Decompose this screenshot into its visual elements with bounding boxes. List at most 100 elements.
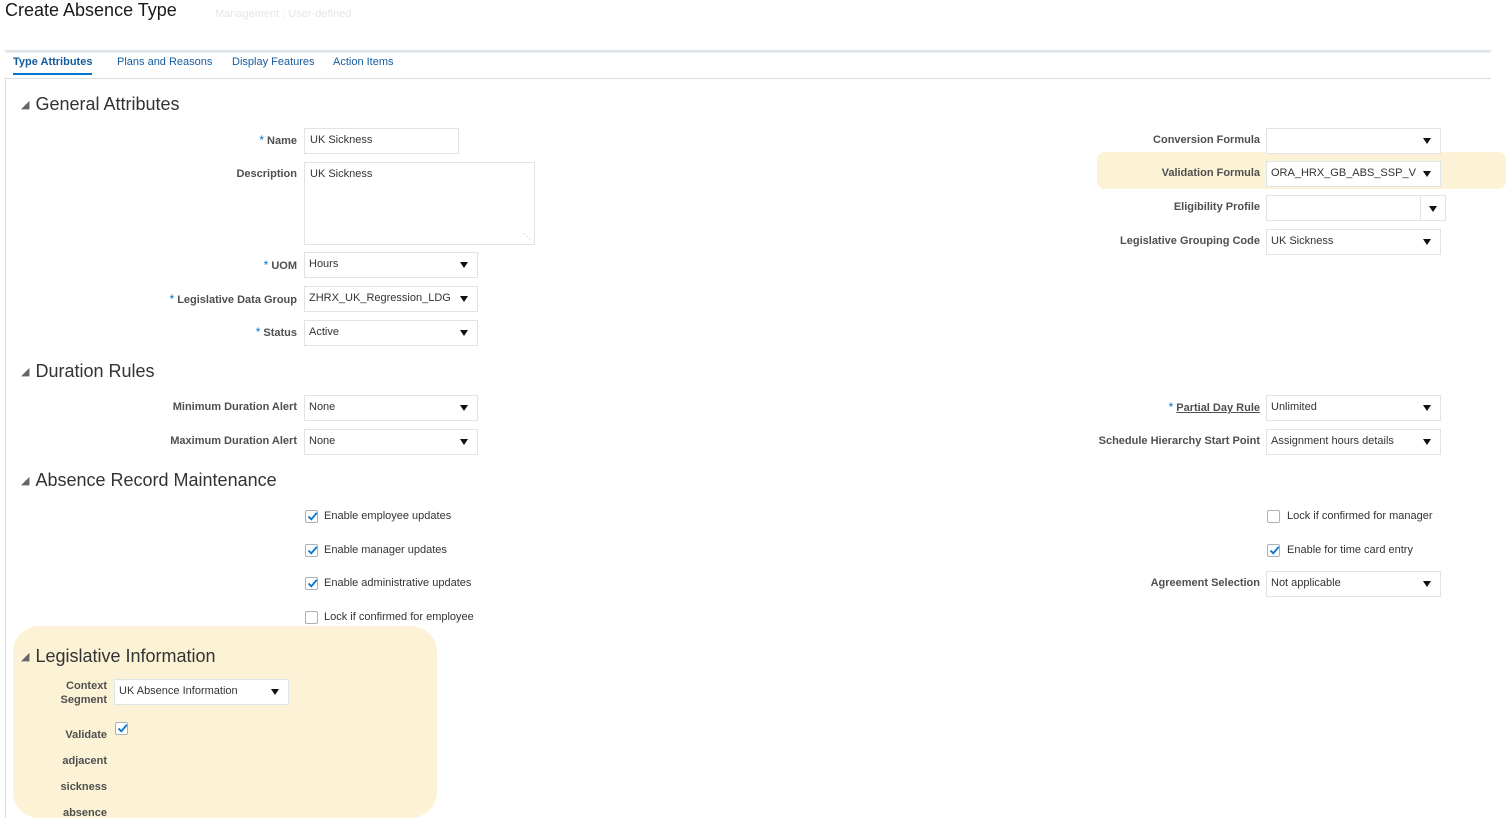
context-segment-label: Context Segment	[61, 679, 107, 707]
section-title: Absence Record Maintenance	[35, 470, 277, 490]
enable-employee-updates-checkbox[interactable]	[305, 510, 318, 523]
section-duration-rules[interactable]: ◢ Duration Rules	[21, 361, 155, 382]
chevron-down-icon	[460, 296, 468, 302]
chevron-down-icon	[1423, 439, 1431, 445]
validate-label-line: Validate	[65, 729, 107, 741]
minimum-duration-alert-label: Minimum Duration Alert	[172, 401, 297, 413]
tab-plans-and-reasons[interactable]: Plans and Reasons	[117, 56, 212, 68]
schedule-hierarchy-start-point-value: Assignment hours details	[1271, 435, 1394, 447]
maximum-duration-alert-value: None	[309, 435, 336, 447]
chevron-down-icon	[1429, 206, 1437, 212]
ldg-select[interactable]: ZHRX_UK_Regression_LDG	[304, 286, 478, 312]
chevron-down-icon	[1423, 171, 1431, 177]
section-title: Duration Rules	[35, 361, 155, 381]
content-border	[5, 79, 6, 818]
chevron-down-icon	[1423, 138, 1431, 144]
lock-confirmed-employee-label[interactable]: Lock if confirmed for employee	[324, 611, 474, 623]
schedule-hierarchy-start-point-label: Schedule Hierarchy Start Point	[1098, 435, 1260, 447]
checkmark-icon	[307, 512, 318, 521]
agreement-selection-value: Not applicable	[1271, 577, 1341, 589]
validation-formula-value: ORA_HRX_GB_ABS_SSP_V	[1271, 167, 1416, 179]
collapse-triangle-icon: ◢	[21, 366, 30, 378]
chevron-down-icon	[1423, 239, 1431, 245]
uom-value: Hours	[309, 258, 339, 270]
uom-select[interactable]: Hours	[304, 252, 478, 278]
checkmark-icon	[1269, 546, 1280, 555]
conversion-formula-select[interactable]	[1266, 128, 1441, 154]
legislative-grouping-code-select[interactable]: UK Sickness	[1266, 229, 1441, 255]
validation-formula-label: Validation Formula	[1161, 167, 1260, 179]
uom-label: * UOM	[263, 258, 297, 272]
collapse-triangle-icon: ◢	[21, 475, 30, 487]
minimum-duration-alert-select[interactable]: None	[304, 395, 478, 421]
tab-action-items[interactable]: Action Items	[333, 56, 394, 68]
eligibility-profile-dropdown-button[interactable]	[1420, 196, 1445, 220]
context-segment-value: UK Absence Information	[119, 685, 238, 697]
context-segment-label-line: Segment	[60, 694, 107, 706]
chevron-down-icon	[460, 262, 468, 268]
maximum-duration-alert-label: Maximum Duration Alert	[170, 435, 297, 447]
checkmark-icon	[117, 724, 128, 733]
ldg-label: * Legislative Data Group	[169, 292, 297, 306]
name-input[interactable]: UK Sickness	[304, 128, 459, 154]
status-label: * Status	[255, 325, 297, 339]
eligibility-profile-label: Eligibility Profile	[1173, 201, 1260, 213]
chevron-down-icon	[1423, 581, 1431, 587]
maximum-duration-alert-select[interactable]: None	[304, 429, 478, 455]
enable-time-card-entry-label[interactable]: Enable for time card entry	[1287, 544, 1413, 556]
partial-day-rule-link[interactable]: Partial Day Rule	[1176, 402, 1260, 414]
resize-grip-icon[interactable]: ⋱	[523, 232, 531, 241]
minimum-duration-alert-value: None	[309, 401, 336, 413]
schedule-hierarchy-start-point-select[interactable]: Assignment hours details	[1266, 429, 1441, 455]
description-label: Description	[236, 168, 297, 180]
conversion-formula-label: Conversion Formula	[1153, 134, 1260, 146]
partial-day-rule-label: * Partial Day Rule	[1168, 400, 1260, 414]
context-segment-select[interactable]: UK Absence Information	[114, 679, 289, 705]
chevron-down-icon	[460, 439, 468, 445]
chevron-down-icon	[271, 689, 279, 695]
enable-administrative-updates-checkbox[interactable]	[305, 577, 318, 590]
context-segment-label-line: Context	[66, 680, 107, 692]
lock-confirmed-manager-checkbox[interactable]	[1267, 510, 1280, 523]
tab-display-features[interactable]: Display Features	[232, 56, 315, 68]
validate-label-line: sickness	[60, 781, 107, 793]
section-title: Legislative Information	[35, 646, 216, 666]
agreement-selection-label: Agreement Selection	[1150, 577, 1260, 589]
page-title: Create Absence Type	[5, 0, 177, 20]
enable-administrative-updates-label[interactable]: Enable administrative updates	[324, 577, 471, 589]
validation-formula-select[interactable]: ORA_HRX_GB_ABS_SSP_V	[1266, 161, 1441, 187]
legislative-grouping-code-label: Legislative Grouping Code	[1120, 235, 1260, 247]
eligibility-profile-combobox[interactable]	[1266, 195, 1446, 221]
enable-manager-updates-label[interactable]: Enable manager updates	[324, 544, 447, 556]
enable-time-card-entry-checkbox[interactable]	[1267, 544, 1280, 557]
agreement-selection-select[interactable]: Not applicable	[1266, 571, 1441, 597]
checkmark-icon	[307, 546, 318, 555]
description-text: UK Sickness	[310, 168, 373, 180]
collapse-triangle-icon: ◢	[21, 99, 30, 111]
lock-confirmed-manager-label[interactable]: Lock if confirmed for manager	[1287, 510, 1433, 522]
chevron-down-icon	[460, 405, 468, 411]
status-value: Active	[309, 326, 339, 338]
legislative-grouping-code-value: UK Sickness	[1271, 235, 1334, 247]
section-absence-record-maintenance[interactable]: ◢ Absence Record Maintenance	[21, 470, 277, 491]
tab-type-attributes[interactable]: Type Attributes	[13, 56, 93, 75]
section-general-attributes[interactable]: ◢ General Attributes	[21, 94, 180, 115]
partial-day-rule-value: Unlimited	[1271, 401, 1317, 413]
enable-employee-updates-label[interactable]: Enable employee updates	[324, 510, 451, 522]
description-textarea[interactable]: UK Sickness ⋱	[304, 162, 535, 245]
enable-manager-updates-checkbox[interactable]	[305, 544, 318, 557]
status-select[interactable]: Active	[304, 320, 478, 346]
chevron-down-icon	[460, 330, 468, 336]
name-label: * Name	[259, 133, 297, 147]
chevron-down-icon	[1423, 405, 1431, 411]
validate-adjacent-sickness-absence-checkbox[interactable]	[115, 722, 128, 735]
page-subtitle: Management : User-defined	[215, 8, 352, 20]
section-legislative-information[interactable]: ◢ Legislative Information	[21, 646, 216, 667]
collapse-triangle-icon: ◢	[21, 651, 30, 663]
section-title: General Attributes	[35, 94, 180, 114]
ldg-value: ZHRX_UK_Regression_LDG	[309, 292, 451, 304]
checkmark-icon	[307, 579, 318, 588]
lock-confirmed-employee-checkbox[interactable]	[305, 611, 318, 624]
partial-day-rule-select[interactable]: Unlimited	[1266, 395, 1441, 421]
validate-label-line: absence	[62, 807, 107, 819]
